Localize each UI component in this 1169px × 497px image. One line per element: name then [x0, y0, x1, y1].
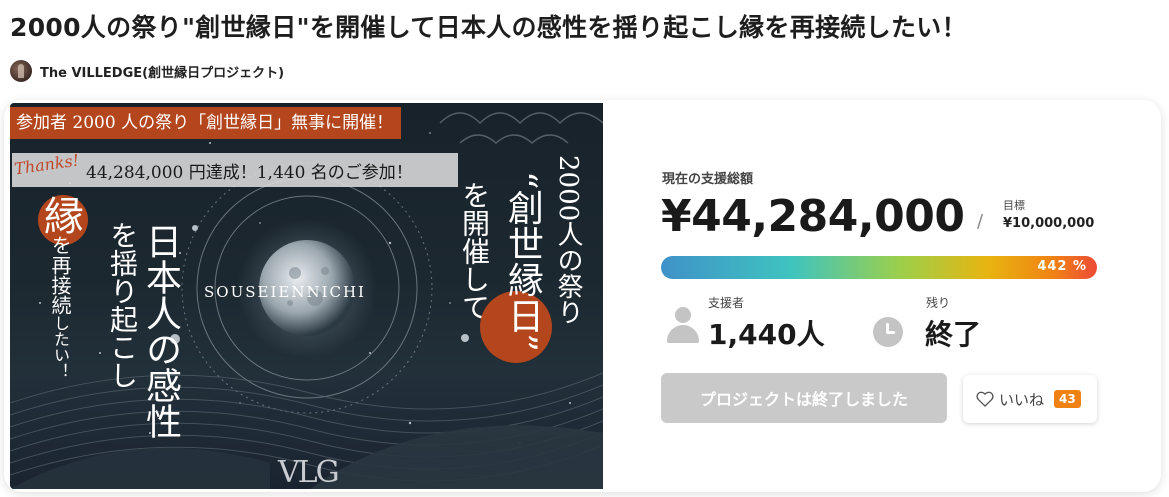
like-button[interactable]: いいね 43 — [963, 375, 1097, 423]
hero-col-sousei: “創世縁日” — [502, 171, 543, 352]
hero-col-kaisai: を開催して — [458, 181, 491, 321]
goal-amount: ¥10,000,000 — [1003, 216, 1095, 231]
project-title: 2000人の祭り"創世縁日"を開催して日本人の感性を揺り起こし縁を再接続したい！ — [10, 13, 967, 42]
hero-image: 参加者 2000 人の祭り「創世縁日」無事に開催！ Thanks! 44,284… — [10, 103, 603, 489]
hero-banner-result: 44,284,000 円達成！1,440 名のご参加！ — [86, 163, 413, 183]
project-ended-button[interactable]: プロジェクトは終了しました — [661, 373, 947, 423]
like-label: いいね — [999, 390, 1045, 409]
goal-label: 目標 — [1003, 199, 1025, 212]
total-amount: ¥44,284,000 — [661, 191, 965, 242]
hero-moon-label: SOUSEIENNICHI — [204, 283, 366, 301]
owner-name[interactable]: The VILLEDGE(創世縁日プロジェクト) — [40, 62, 284, 81]
hero-logo: VLG — [278, 455, 340, 489]
supporter-icon-body — [667, 325, 699, 343]
like-count-badge: 43 — [1054, 390, 1081, 408]
hero-col-nihonjin: 日本人の感性 — [140, 223, 181, 439]
amount-separator: / — [977, 211, 984, 232]
hero-col-2000: 2000人の祭り — [553, 155, 583, 326]
hero-col-yuriokoshi: を揺り起こし — [106, 221, 139, 389]
progress-percent: 442 % — [1037, 259, 1087, 274]
total-label: 現在の支援総額 — [662, 172, 754, 187]
supporter-icon — [675, 307, 691, 323]
owner-avatar[interactable] — [10, 60, 32, 82]
supporters-label: 支援者 — [708, 296, 745, 310]
clock-icon — [873, 317, 903, 347]
remaining-value: 終了 — [925, 318, 982, 351]
remaining-label: 残り — [926, 296, 951, 310]
owner-link[interactable]: The VILLEDGE(創世縁日プロジェクト) — [10, 60, 284, 82]
hero-banner-top: 参加者 2000 人の祭り「創世縁日」無事に開催！ — [10, 107, 402, 139]
heart-icon — [976, 391, 994, 408]
funding-panel: 現在の支援総額 ¥44,284,000 / 目標 ¥10,000,000 442… — [603, 103, 1158, 489]
supporters-value: 1,440人 — [708, 318, 825, 351]
hero-col-en: 縁を再接続したい！ — [37, 195, 83, 379]
progress-bar: 442 % — [661, 256, 1097, 279]
